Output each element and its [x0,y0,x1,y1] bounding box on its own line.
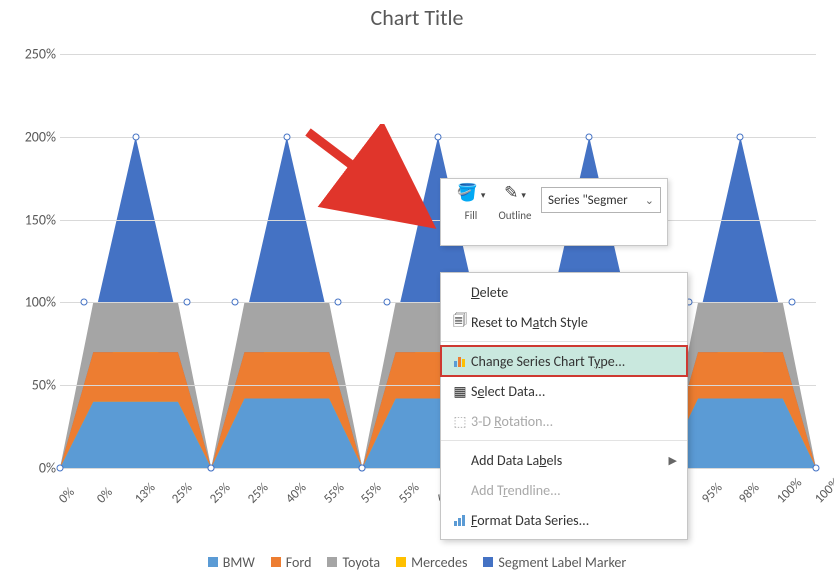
selection-handle[interactable] [208,465,215,472]
legend-swatch [271,557,281,567]
legend-swatch [208,557,218,567]
series-selector[interactable]: Series "Segmer ⌄ [541,187,661,213]
menu-item-delete[interactable]: Delete [441,277,687,307]
bars-icon [449,513,471,527]
gridline [60,220,816,221]
legend-label: Toyota [342,554,380,571]
outline-button[interactable]: ✎▾ Outline [493,183,537,222]
legend-item[interactable]: Segment Label Marker [483,554,626,571]
menu-item-label: Reset to Match Style [471,314,677,331]
x-axis-labels: 0%0%13%25%25%25%40%55%55%55%65%75%75%75%… [60,472,816,516]
selection-handle[interactable] [813,465,820,472]
menu-item-add-trend: Add Trendline... [441,475,687,505]
y-tick-label: 250% [8,46,56,63]
x-tick-label: 100% [774,475,805,506]
legend-label: Ford [286,554,312,571]
chevron-down-icon: ▾ [481,190,486,201]
pen-icon: ✎ [504,182,518,203]
menu-item-label: 3-D Rotation... [471,413,677,430]
fill-label: Fill [465,209,478,222]
menu-item-label: Add Trendline... [471,482,677,499]
x-tick-label: 95% [699,480,726,507]
legend-label: Mercedes [411,554,467,571]
menu-item-label: Add Data Labels [471,452,669,469]
gridline [60,468,816,469]
selection-handle[interactable] [283,133,290,140]
menu-item-format[interactable]: Format Data Series... [441,505,687,535]
selection-handle[interactable] [359,465,366,472]
menu-item-select-data[interactable]: ▦Select Data... [441,376,687,406]
context-menu: Delete🗐Reset to Match StyleChange Series… [440,272,688,540]
series-selector-text: Series "Segmer [548,193,628,208]
selection-handle[interactable] [81,299,88,306]
legend-item[interactable]: Mercedes [396,554,467,571]
submenu-arrow-icon: ▶ [669,454,677,467]
selection-handle[interactable] [57,465,64,472]
x-tick-label: 55% [396,480,423,507]
x-tick-label: 100% [812,475,834,506]
y-tick-label: 50% [8,377,56,394]
legend-label: BMW [223,554,255,571]
legend-swatch [327,557,337,567]
selection-handle[interactable] [737,133,744,140]
legend-item[interactable]: Toyota [327,554,380,571]
chevron-down-icon: ⌄ [645,194,654,207]
x-tick-label: 25% [245,480,272,507]
x-tick-label: 25% [169,480,196,507]
menu-separator [441,440,687,441]
legend-item[interactable]: BMW [208,554,255,571]
legend: BMW Ford Toyota Mercedes Segment Label Marke… [0,554,834,572]
y-tick-label: 200% [8,128,56,145]
y-tick-label: 100% [8,294,56,311]
series-bmw[interactable] [60,398,816,468]
x-tick-label: 55% [358,480,385,507]
legend-swatch [396,557,406,567]
plot-area[interactable] [60,54,816,468]
selection-handle[interactable] [184,299,191,306]
selection-handle[interactable] [383,299,390,306]
menu-separator [441,341,687,342]
y-tick-label: 150% [8,211,56,228]
legend-swatch [483,557,493,567]
gridline [60,385,816,386]
selection-handle[interactable] [232,299,239,306]
menu-item-reset[interactable]: 🗐Reset to Match Style [441,307,687,337]
gridline [60,54,816,55]
gridline [60,302,816,303]
x-tick-label: 13% [132,480,159,507]
chart-icon [449,354,471,368]
grid-icon: ▦ [449,383,471,400]
menu-item-rotation: ⬚3-D Rotation... [441,406,687,436]
chart-area[interactable]: 0%0%13%25%25%25%40%55%55%55%65%75%75%75%… [8,40,826,494]
selection-handle[interactable] [788,299,795,306]
selection-handle[interactable] [335,299,342,306]
x-tick-label: 98% [736,480,763,507]
y-tick-label: 0% [8,460,56,477]
menu-item-change-type[interactable]: Change Series Chart Type... [441,346,687,376]
menu-item-label: Select Data... [471,383,677,400]
fill-button[interactable]: 🪣▾ Fill [449,183,493,222]
stacked-area-chart[interactable] [60,54,816,468]
outline-label: Outline [498,209,531,222]
reset-icon: 🗐 [449,310,471,334]
x-tick-label: 55% [321,480,348,507]
chevron-down-icon: ▾ [521,190,526,201]
menu-item-label: Change Series Chart Type... [471,353,677,370]
menu-item-label: Format Data Series... [471,512,677,529]
menu-item-label: Delete [471,284,677,301]
paint-bucket-icon: 🪣 [457,182,478,203]
x-tick-label: 0% [56,485,78,507]
legend-item[interactable]: Ford [271,554,312,571]
selection-handle[interactable] [586,133,593,140]
legend-label: Segment Label Marker [498,554,626,571]
x-tick-label: 25% [207,480,234,507]
cube-icon: ⬚ [449,413,471,430]
x-tick-label: 40% [283,480,310,507]
chart-title: Chart Title [0,4,834,31]
menu-item-add-labels[interactable]: Add Data Labels▶ [441,445,687,475]
selection-handle[interactable] [435,133,442,140]
mini-toolbar: 🪣▾ Fill ✎▾ Outline Series "Segmer ⌄ [440,178,668,246]
x-tick-label: 0% [94,485,116,507]
selection-handle[interactable] [132,133,139,140]
